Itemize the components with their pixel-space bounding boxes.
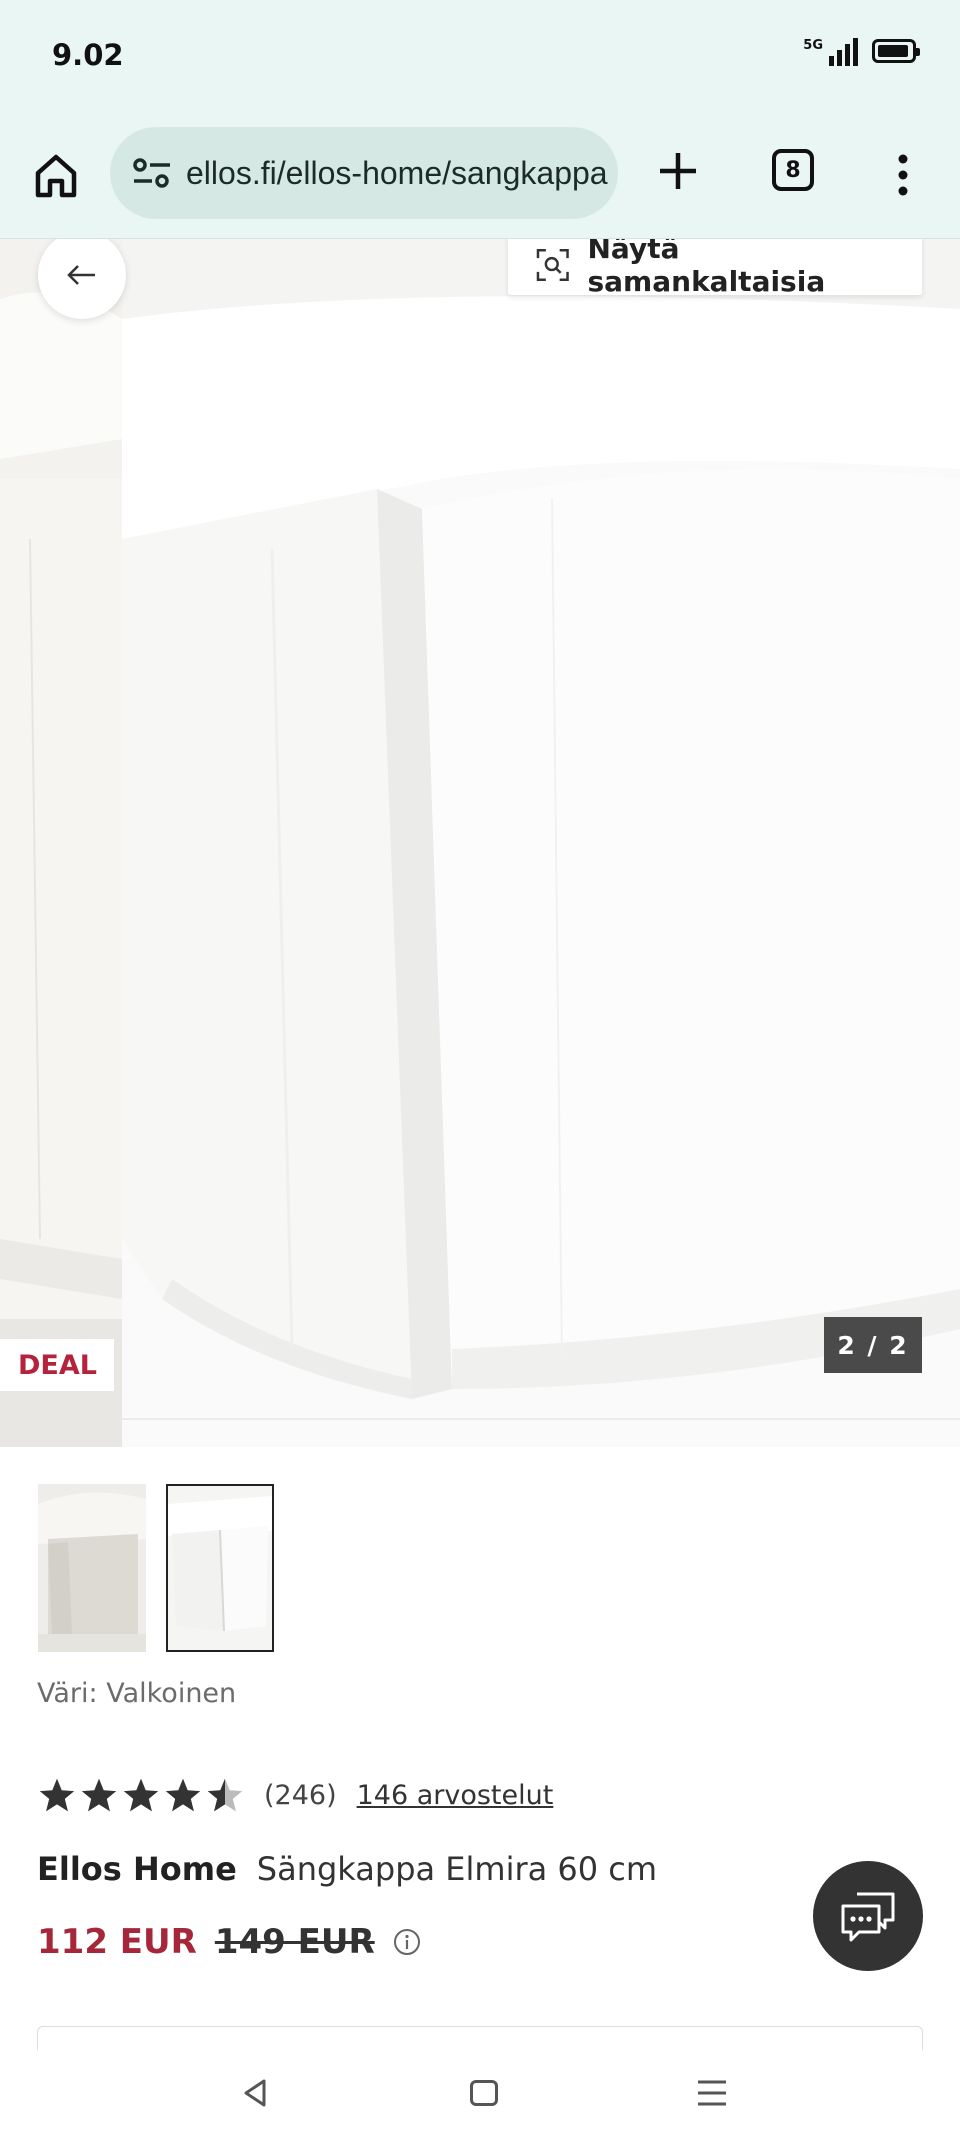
tab-count: 8 [785, 157, 801, 183]
nav-home-icon[interactable] [470, 2080, 498, 2106]
product-gallery[interactable]: Näytä samankaltaisia DEAL 2 / 2 [0, 239, 960, 1447]
show-similar-button[interactable]: Näytä samankaltaisia [508, 239, 922, 298]
half-star-icon [207, 1778, 243, 1812]
star-icon [39, 1778, 75, 1812]
current-price: 112 EUR [37, 1922, 197, 1962]
url-text[interactable]: ellos.fi/ellos-home/sangkappa [186, 155, 608, 192]
visual-search-icon [536, 248, 569, 282]
color-label: Väri: Valkoinen [37, 1678, 237, 1709]
chat-button[interactable] [813, 1861, 923, 1971]
product-image[interactable] [122, 239, 960, 1447]
status-bar: 9.02 5G [0, 0, 960, 115]
reviews-link[interactable]: 146 arvostelut [357, 1780, 554, 1811]
original-price: 149 EUR [214, 1922, 375, 1962]
address-bar[interactable]: ellos.fi/ellos-home/sangkappa [110, 127, 618, 219]
info-icon[interactable] [393, 1928, 421, 1956]
product-name: Sängkappa Elmira 60 cm [256, 1850, 658, 1888]
star-icon [81, 1778, 117, 1812]
thumbnail-1[interactable] [38, 1484, 146, 1652]
system-navigation-bar [0, 2050, 960, 2146]
brand-name[interactable]: Ellos Home [37, 1850, 237, 1888]
network-type: 5G [803, 37, 823, 53]
tab-switcher-button[interactable]: 8 [772, 149, 814, 191]
signal-icon [829, 36, 858, 66]
show-similar-label: Näytä samankaltaisia [587, 239, 826, 298]
price-row: 112 EUR 149 EUR [37, 1922, 421, 1962]
product-title: Ellos Home Sängkappa Elmira 60 cm [37, 1850, 657, 1888]
star-icon [165, 1778, 201, 1812]
nav-recent-icon[interactable] [696, 2078, 728, 2108]
arrow-left-icon [67, 265, 95, 285]
browser-toolbar: ellos.fi/ellos-home/sangkappa 8 [0, 115, 960, 239]
status-icons: 5G [803, 36, 920, 66]
plus-icon[interactable] [652, 145, 704, 197]
tune-icon[interactable] [130, 153, 174, 193]
chat-icon [841, 1892, 895, 1942]
previous-slide-image[interactable] [0, 239, 122, 1447]
thumbnail-2[interactable] [166, 1484, 274, 1652]
star-rating [38, 1777, 244, 1813]
battery-icon [872, 39, 920, 63]
star-icon [123, 1778, 159, 1812]
home-icon[interactable] [30, 149, 82, 201]
rating-row: (246) 146 arvostelut [38, 1774, 553, 1816]
image-counter: 2 / 2 [824, 1317, 922, 1373]
rating-count: (246) [264, 1779, 337, 1811]
deal-badge: DEAL [0, 1339, 114, 1391]
status-time: 9.02 [52, 38, 124, 72]
more-vert-icon[interactable] [888, 149, 918, 201]
nav-back-icon[interactable] [240, 2078, 270, 2108]
